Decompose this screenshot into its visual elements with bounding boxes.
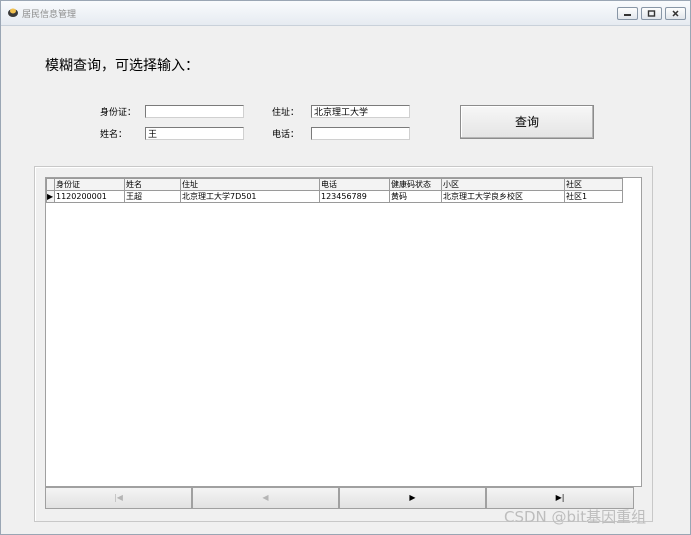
column-header[interactable]: 身份证 (54, 178, 125, 191)
first-record-button[interactable]: |◀ (45, 487, 192, 509)
column-header[interactable]: 健康码状态 (389, 178, 442, 191)
phone-input[interactable] (311, 127, 410, 140)
cell-neighborhood[interactable]: 北京理工大学良乡校区 (441, 190, 565, 203)
minimize-icon (624, 14, 631, 16)
cell-address[interactable]: 北京理工大学7D501 (180, 190, 320, 203)
query-button[interactable]: 查询 (460, 105, 594, 139)
close-icon (672, 10, 679, 17)
search-heading: 模糊查询，可选择输入： (45, 58, 199, 74)
header-row: 身份证 姓名 住址 电话 健康码状态 小区 社区 (46, 178, 623, 191)
row-selector-header (46, 178, 55, 191)
cell-id[interactable]: 1120200001 (54, 190, 125, 203)
cell-health-code[interactable]: 黄码 (389, 190, 442, 203)
cell-community[interactable]: 社区1 (564, 190, 623, 203)
column-header[interactable]: 住址 (180, 178, 320, 191)
column-header[interactable]: 姓名 (124, 178, 181, 191)
name-label: 姓名： (100, 130, 128, 140)
column-header[interactable]: 电话 (319, 178, 390, 191)
maximize-button[interactable] (641, 7, 662, 20)
app-icon (8, 8, 18, 17)
address-input[interactable] (311, 105, 410, 118)
maximize-icon (647, 10, 656, 17)
close-button[interactable] (665, 7, 686, 20)
column-header[interactable]: 社区 (564, 178, 623, 191)
address-label: 住址： (272, 108, 300, 118)
cell-name[interactable]: 王超 (124, 190, 181, 203)
results-table: 身份证 姓名 住址 电话 健康码状态 小区 社区 ▶ 1120200001 王超… (46, 178, 623, 203)
id-label: 身份证： (100, 108, 137, 118)
main-window: 居民信息管理 模糊查询，可选择输入： 身份证： 姓名： 住址： 电话： 查询 身… (0, 0, 691, 535)
watermark: CSDN @bit基因重组 (504, 508, 647, 526)
column-header[interactable]: 小区 (441, 178, 565, 191)
results-grid[interactable]: 身份证 姓名 住址 电话 健康码状态 小区 社区 ▶ 1120200001 王超… (45, 177, 642, 487)
name-input[interactable] (145, 127, 244, 140)
next-record-button[interactable]: ▶ (339, 487, 486, 509)
id-input[interactable] (145, 105, 244, 118)
window-title: 居民信息管理 (22, 10, 77, 20)
current-row-indicator: ▶ (46, 190, 55, 203)
prev-record-button[interactable]: ◀ (192, 487, 339, 509)
cell-phone[interactable]: 123456789 (319, 190, 390, 203)
table-row[interactable]: ▶ 1120200001 王超 北京理工大学7D501 123456789 黄码… (46, 190, 623, 203)
phone-label: 电话： (272, 130, 300, 140)
title-bar[interactable]: 居民信息管理 (1, 1, 690, 26)
minimize-button[interactable] (617, 7, 638, 20)
